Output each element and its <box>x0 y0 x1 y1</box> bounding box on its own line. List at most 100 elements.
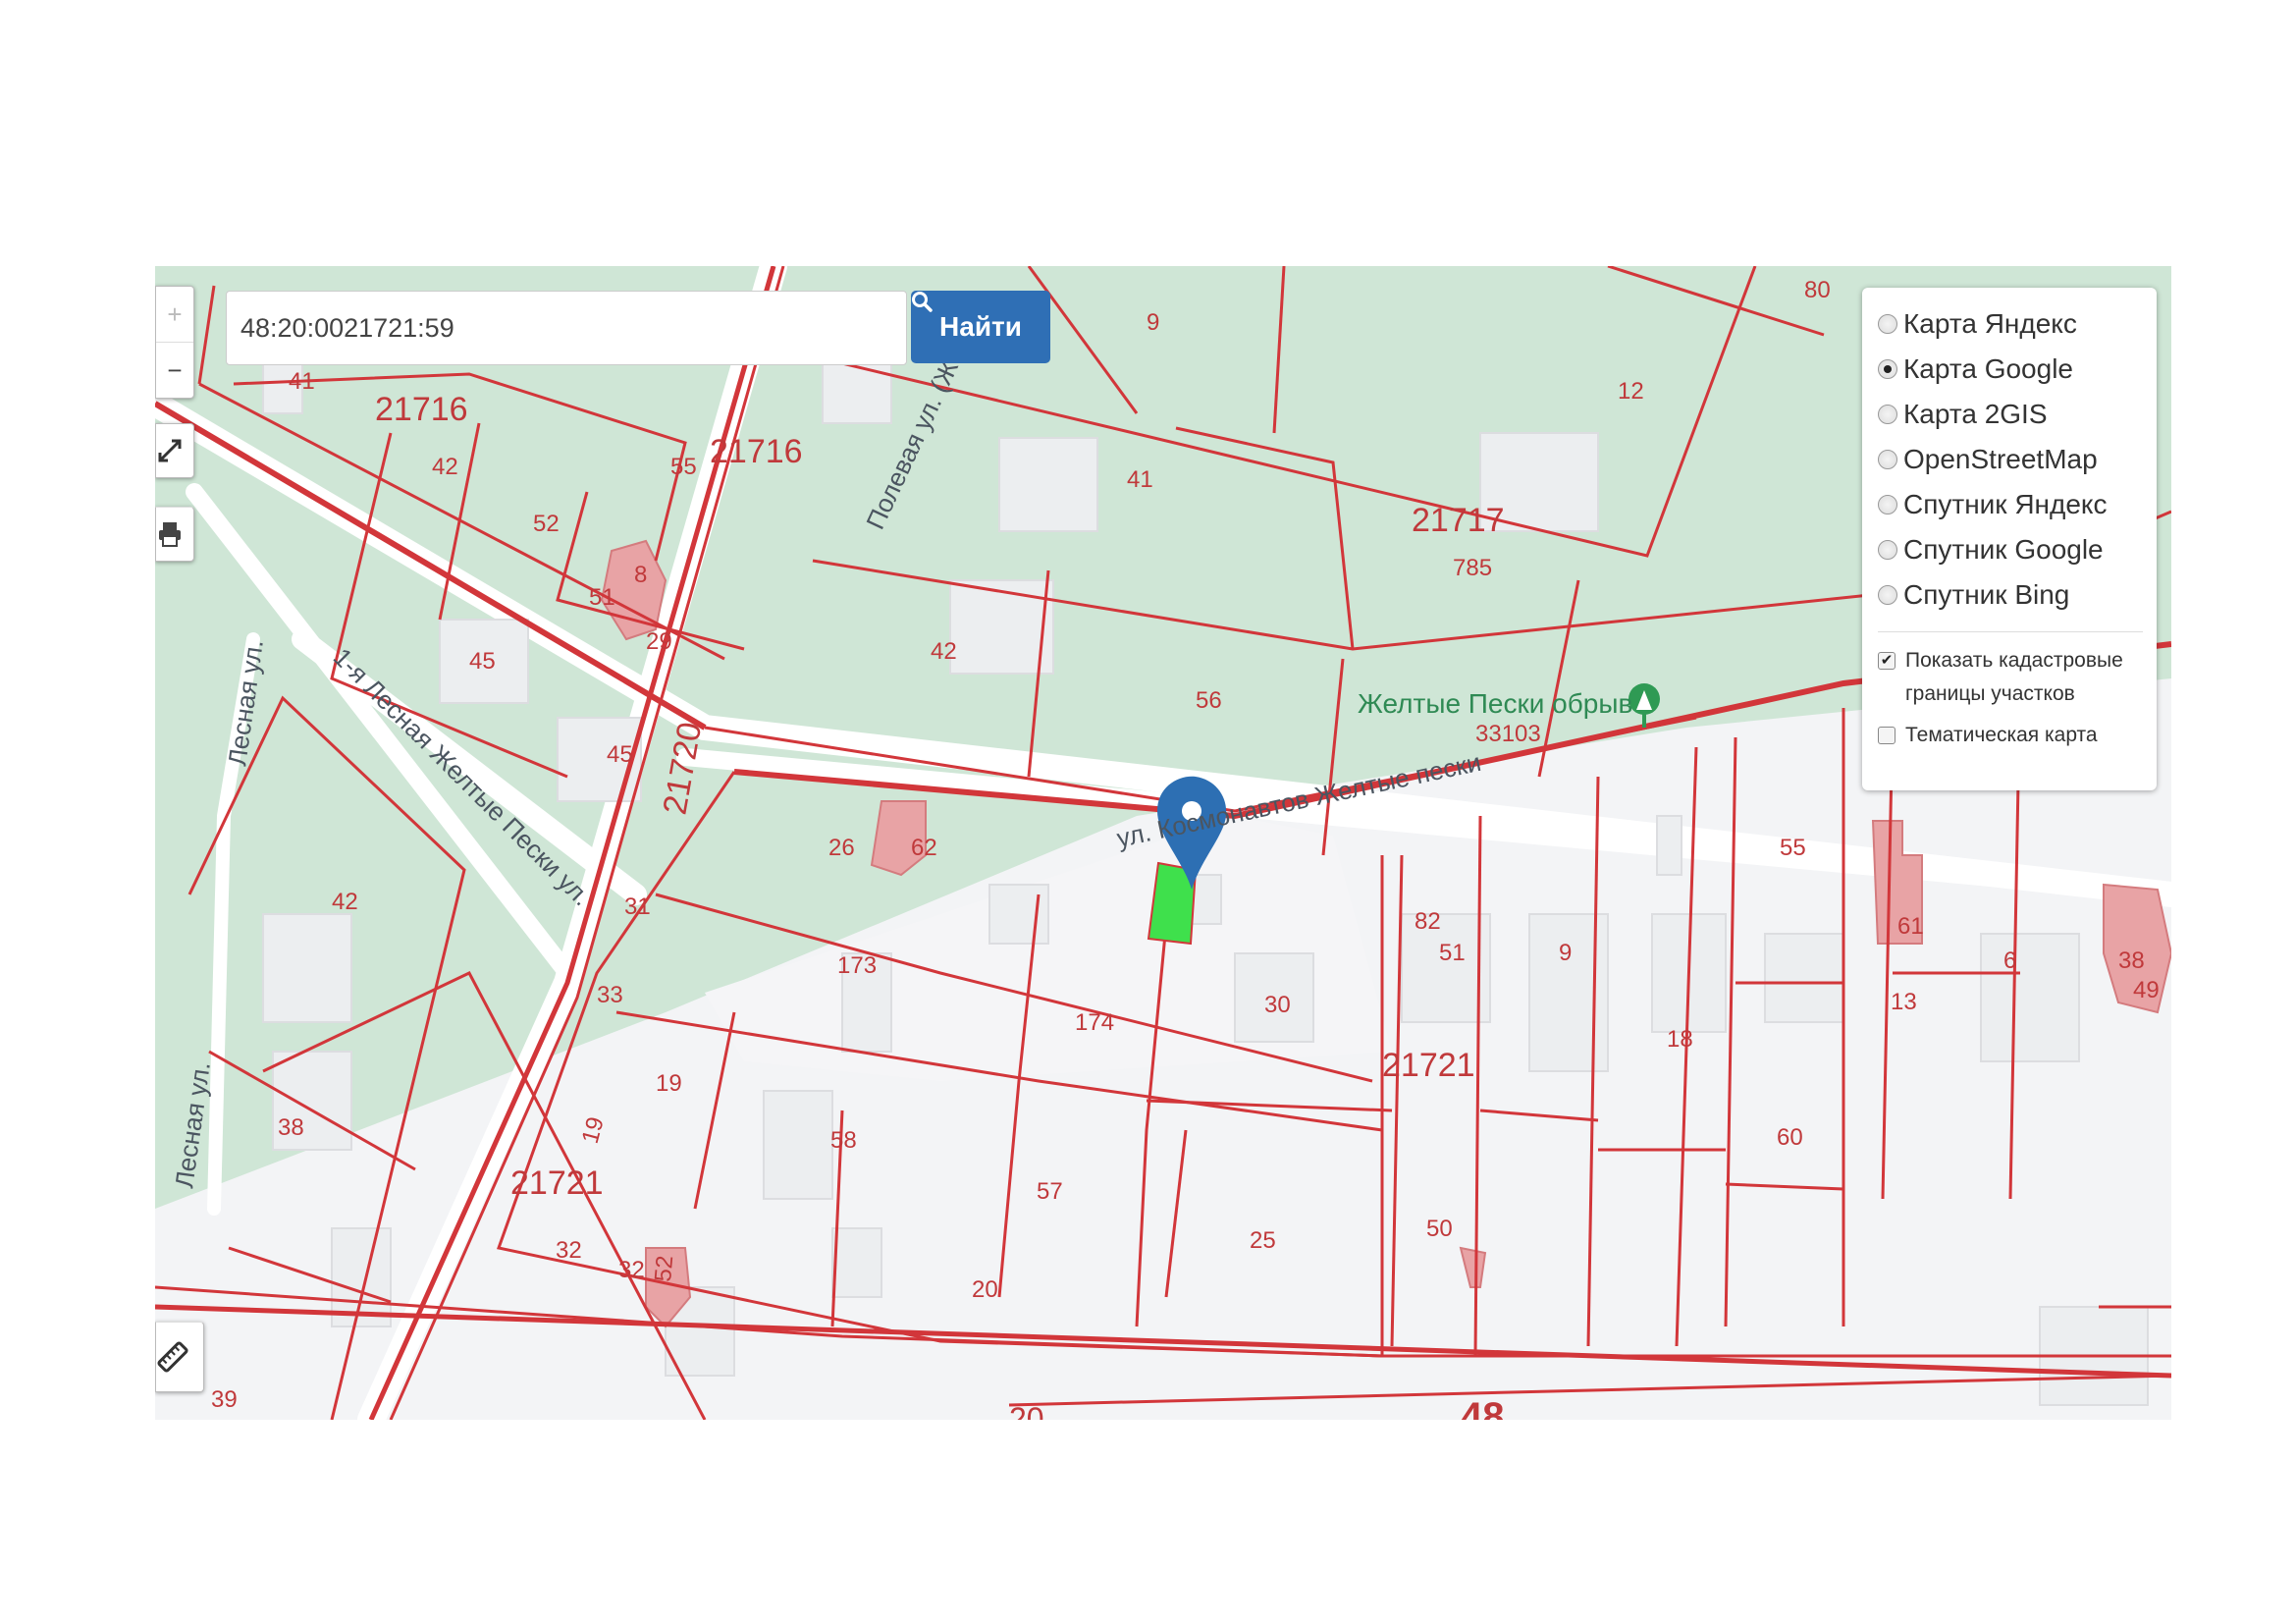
find-button[interactable]: Найти <box>911 291 1050 363</box>
lot-label: 45 <box>607 741 633 768</box>
lot-label: 52 <box>650 1255 678 1283</box>
print-button[interactable] <box>155 507 194 562</box>
option-label-line: Показать кадастровые <box>1905 649 2123 672</box>
lot-label: 26 <box>828 835 855 861</box>
block-label: 21717 <box>1412 502 1505 539</box>
layer-option-openstreetmap[interactable]: OpenStreetMap <box>1878 437 2143 482</box>
block-label: 21721 <box>510 1164 604 1202</box>
lot-label: 9 <box>1147 309 1159 336</box>
lot-label: 56 <box>1196 687 1222 714</box>
layer-label: Спутник Bing <box>1903 579 2070 610</box>
option-label: Тематическая карта <box>1905 724 2098 746</box>
lot-label: 19 <box>656 1070 682 1097</box>
measure-button[interactable] <box>155 1322 204 1392</box>
lot-label: 51 <box>1439 940 1466 966</box>
find-button-label: Найти <box>939 311 1022 342</box>
lot-label: 55 <box>1780 835 1806 861</box>
radio-icon[interactable] <box>1878 314 1897 334</box>
layer-label: Карта 2GIS <box>1903 399 2048 429</box>
lot-label: 13 <box>1891 989 1917 1015</box>
zoom-in-button[interactable]: + <box>156 287 193 342</box>
lot-label: 52 <box>533 511 560 537</box>
block-label: 21716 <box>710 433 803 470</box>
layer-switcher-panel: Карта Яндекс Карта Google Карта 2GIS Ope… <box>1862 288 2157 790</box>
cadastral-search-input[interactable]: 48:20:0021721:59 <box>226 291 907 365</box>
lot-label: 60 <box>1777 1124 1803 1151</box>
lot-label: 42 <box>332 889 358 915</box>
layer-label: Карта Google <box>1903 353 2073 384</box>
lot-label: 30 <box>1264 992 1291 1018</box>
layer-option-yandex-satellite[interactable]: Спутник Яндекс <box>1878 482 2143 527</box>
lot-label: 29 <box>646 628 672 655</box>
lot-label: 18 <box>1667 1026 1693 1053</box>
layer-label: OpenStreetMap <box>1903 444 2098 474</box>
lot-label: 48 <box>1461 1395 1505 1420</box>
cadastral-map[interactable]: Лесная ул. Лесная ул. 1-я Лесная Желтые … <box>155 266 2171 1420</box>
printer-icon <box>159 522 181 547</box>
lot-label: 42 <box>432 454 458 480</box>
lot-label: 174 <box>1075 1009 1114 1036</box>
layer-option-google-map[interactable]: Карта Google <box>1878 347 2143 392</box>
poi-label: Желтые Пески обрыв <box>1358 688 1632 719</box>
lot-label: 25 <box>1250 1227 1276 1254</box>
lot-label: 80 <box>1804 277 1831 303</box>
radio-icon[interactable] <box>1878 585 1897 605</box>
radio-icon[interactable] <box>1878 405 1897 424</box>
lot-label: 49 <box>2133 977 2160 1003</box>
radio-icon[interactable] <box>1878 450 1897 469</box>
lot-label: 173 <box>837 952 877 979</box>
lot-label: 61 <box>1897 913 1924 940</box>
lot-label: 39 <box>211 1386 238 1413</box>
radio-selected-icon[interactable] <box>1878 359 1897 379</box>
lot-label: 45 <box>469 648 496 675</box>
layer-option-bing-satellite[interactable]: Спутник Bing <box>1878 572 2143 618</box>
zoom-control: + − <box>155 286 194 399</box>
lot-label: 6 <box>2003 947 2016 974</box>
thematic-map-option[interactable]: Тематическая карта <box>1878 719 2143 752</box>
block-label: 33103 <box>1475 721 1541 747</box>
lot-label: 55 <box>670 454 697 480</box>
lot-label: 12 <box>1618 378 1644 405</box>
checkbox-icon[interactable] <box>1878 727 1896 744</box>
zoom-out-button[interactable]: − <box>156 342 193 398</box>
layer-option-yandex-map[interactable]: Карта Яндекс <box>1878 301 2143 347</box>
lot-label: 32 <box>556 1237 582 1264</box>
lot-label: 57 <box>1037 1178 1063 1205</box>
radio-icon[interactable] <box>1878 540 1897 560</box>
checkbox-checked-icon[interactable]: ✔ <box>1878 652 1896 670</box>
lot-label: 9 <box>1559 940 1572 966</box>
lot-label: 20 <box>972 1276 998 1303</box>
block-label: 21721 <box>1382 1047 1475 1084</box>
radio-icon[interactable] <box>1878 495 1897 514</box>
lot-label: 785 <box>1453 555 1492 581</box>
lot-label: 41 <box>289 368 315 395</box>
lot-label: 41 <box>1127 466 1153 493</box>
lot-label: 38 <box>278 1114 304 1141</box>
lot-label: 33 <box>597 982 623 1008</box>
lot-label: 31 <box>624 893 651 920</box>
layer-option-google-satellite[interactable]: Спутник Google <box>1878 527 2143 572</box>
fullscreen-button[interactable] <box>155 423 194 478</box>
lot-label: 51 <box>589 584 615 611</box>
cadastral-boundaries-option[interactable]: ✔ Показать кадастровые границы участков <box>1878 644 2143 711</box>
layer-option-2gis-map[interactable]: Карта 2GIS <box>1878 392 2143 437</box>
lot-label: 32 <box>618 1257 645 1283</box>
lot-label: 58 <box>830 1127 857 1154</box>
block-label: 21716 <box>375 391 468 428</box>
option-label-line: границы участков <box>1905 682 2075 705</box>
ruler-icon <box>157 1341 188 1373</box>
lot-label: 20 <box>1009 1401 1044 1420</box>
lot-label: 50 <box>1426 1216 1453 1242</box>
layer-label: Карта Яндекс <box>1903 308 2077 339</box>
lot-label: 62 <box>911 835 937 861</box>
expand-icon <box>158 439 182 462</box>
layer-label: Спутник Google <box>1903 534 2104 565</box>
search-icon <box>912 292 933 312</box>
option-label: Показать кадастровые границы участков <box>1905 644 2123 711</box>
lot-label: 42 <box>931 638 957 665</box>
lot-label: 82 <box>1415 908 1441 935</box>
lot-label: 8 <box>634 562 647 588</box>
panel-divider <box>1878 631 2143 632</box>
lot-label: 38 <box>2118 947 2145 974</box>
layer-label: Спутник Яндекс <box>1903 489 2108 519</box>
